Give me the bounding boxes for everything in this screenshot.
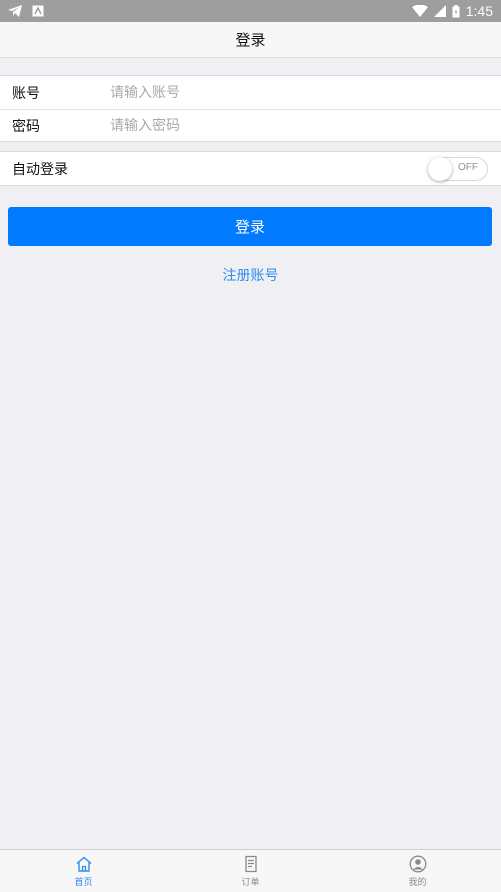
toggle-state-text: OFF bbox=[458, 161, 478, 173]
home-icon bbox=[76, 856, 91, 872]
app-notification-icon bbox=[32, 5, 44, 17]
toggle-knob bbox=[428, 156, 452, 181]
password-input[interactable] bbox=[110, 118, 501, 134]
account-row: 账号 bbox=[0, 76, 501, 109]
cell-signal-icon bbox=[433, 5, 446, 17]
status-bar-left bbox=[8, 5, 44, 17]
status-time: 1:45 bbox=[465, 3, 493, 19]
login-button[interactable]: 登录 bbox=[8, 207, 492, 246]
wifi-icon bbox=[411, 5, 428, 17]
password-label: 密码 bbox=[12, 119, 40, 135]
tab-profile[interactable]: 我的 bbox=[334, 850, 501, 892]
user-profile-icon bbox=[409, 855, 426, 873]
account-input[interactable] bbox=[110, 84, 501, 101]
auto-login-toggle[interactable]: OFF bbox=[428, 156, 488, 181]
tab-orders-label: 订单 bbox=[241, 878, 260, 888]
credentials-form: 账号 密码 bbox=[0, 75, 501, 142]
tab-profile-label: 我的 bbox=[408, 878, 427, 888]
battery-icon bbox=[452, 4, 460, 17]
status-bar: 1:45 bbox=[0, 0, 501, 22]
tab-orders[interactable]: 订单 bbox=[167, 850, 334, 892]
order-list-icon bbox=[244, 855, 257, 873]
tab-home[interactable]: 首页 bbox=[0, 850, 167, 892]
telegram-send-icon bbox=[8, 5, 22, 17]
page-title: 登录 bbox=[235, 31, 266, 49]
register-account-link[interactable]: 注册账号 bbox=[0, 265, 501, 285]
auto-login-group: 自动登录 OFF bbox=[0, 151, 501, 186]
tab-bar: 首页 订单 我的 bbox=[0, 849, 501, 892]
tab-home-label: 首页 bbox=[74, 878, 93, 888]
nav-bar: 登录 bbox=[0, 22, 501, 58]
status-bar-right: 1:45 bbox=[411, 3, 493, 19]
account-label: 账号 bbox=[12, 85, 40, 102]
password-row: 密码 bbox=[0, 109, 501, 142]
auto-login-label: 自动登录 bbox=[12, 161, 68, 178]
auto-login-row: 自动登录 OFF bbox=[0, 152, 501, 185]
